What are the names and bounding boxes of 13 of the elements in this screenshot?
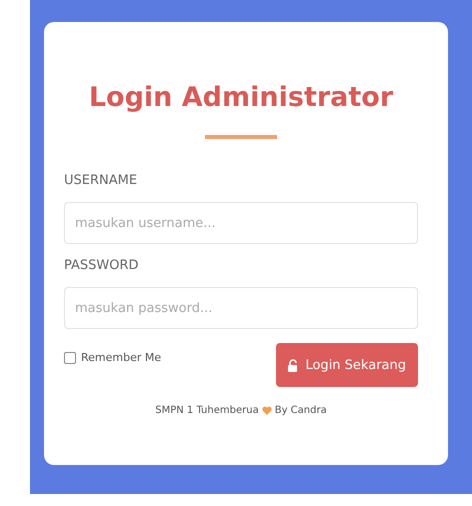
field-label: PASSWORD xyxy=(64,258,140,273)
input-field[interactable]: masukan username... xyxy=(64,202,418,244)
input-field[interactable]: masukan password... xyxy=(64,287,418,329)
footer-school: SMPN 1 Tuhemberua xyxy=(155,405,259,416)
remember-checkbox[interactable] xyxy=(64,352,76,364)
login-title: Login Administrator xyxy=(88,82,394,113)
footer-author: By Candra xyxy=(274,405,327,416)
unlock-icon xyxy=(288,358,300,372)
heart-icon xyxy=(262,406,272,415)
login-button[interactable]: Login Sekarang xyxy=(276,343,418,387)
title-underline xyxy=(205,135,277,139)
remember-label: Remember Me xyxy=(81,351,162,364)
field-label: USERNAME xyxy=(64,173,138,188)
